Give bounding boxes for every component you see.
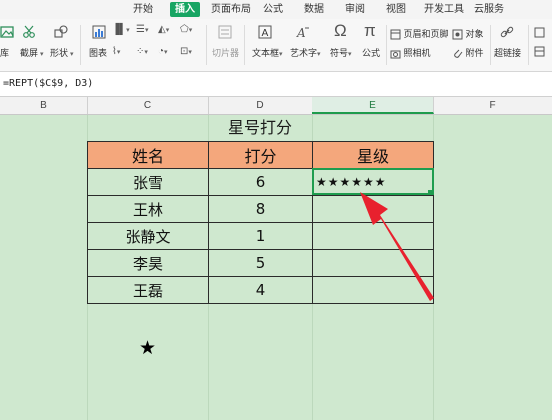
column-header-b[interactable]: B: [0, 97, 88, 114]
object-button[interactable]: 对象: [452, 27, 484, 40]
chart-type-pie-icon[interactable]: ◔▾: [158, 46, 168, 57]
ribbon-tab-bar: 开始 插入 页面布局 公式 数据 审阅 视图 开发工具 云服务: [0, 0, 552, 19]
chart-type-radar-icon[interactable]: ⬠▾: [180, 24, 192, 35]
screenshot-label[interactable]: 截屏 ▾: [20, 46, 43, 59]
tab-home[interactable]: 开始: [128, 2, 158, 17]
chart-type-other-icon[interactable]: ⊡▾: [180, 46, 192, 57]
screenshot-button[interactable]: [22, 25, 36, 39]
gallery-button[interactable]: [0, 25, 14, 39]
tab-formulas[interactable]: 公式: [258, 2, 288, 17]
pi-icon[interactable]: π: [364, 21, 376, 41]
tab-insert[interactable]: 插入: [170, 2, 200, 17]
wordart-button[interactable]: A: [296, 25, 310, 40]
shapes-button[interactable]: [54, 25, 68, 39]
slicer-label[interactable]: 切片器: [212, 46, 239, 59]
chart-type-line-icon[interactable]: ⌇▾: [112, 46, 120, 57]
chart-icon: [92, 25, 106, 39]
scissors-icon: [22, 25, 36, 39]
picture-icon: [0, 25, 14, 39]
wordart-icon: A: [296, 25, 310, 40]
chart-type-column-icon[interactable]: ▐▌▾: [112, 24, 130, 35]
omega-icon[interactable]: Ω: [334, 21, 347, 41]
grid-icon: [534, 27, 545, 38]
worksheet-grid[interactable]: 星号打分 姓名 打分 星级 张雪 6 ★★★★★★ 王林 8 张静文 1 李昊 …: [0, 115, 552, 420]
camera-button[interactable]: 照相机: [390, 46, 431, 59]
slicer-icon: [218, 25, 232, 39]
ribbon-toolbar: 库 截屏 ▾ 形状 ▾ 图表 ▐▌▾ ☰▾ ◭▾ ⬠▾ ⌇▾ ⁘▾ ◔▾ ⊡▾ …: [0, 19, 552, 72]
chart-button[interactable]: [92, 25, 106, 39]
svg-text:A: A: [262, 28, 269, 39]
textbox-button[interactable]: A: [258, 25, 272, 39]
shapes-label[interactable]: 形状 ▾: [50, 46, 73, 59]
column-header-c[interactable]: C: [87, 97, 209, 114]
attachment-button[interactable]: 附件: [452, 46, 484, 59]
tab-view[interactable]: 视图: [381, 2, 411, 17]
textbox-label[interactable]: 文本框▾: [252, 46, 283, 59]
formula-bar[interactable]: =REPT($C$9, D3): [0, 72, 552, 97]
more-tools-icon[interactable]: [534, 27, 545, 38]
tab-cloud-service[interactable]: 云服务: [469, 2, 509, 17]
column-header-e[interactable]: E: [312, 97, 434, 114]
link-icon: [500, 25, 514, 39]
column-header-d[interactable]: D: [208, 97, 313, 114]
tab-developer[interactable]: 开发工具: [419, 2, 469, 17]
formula-label[interactable]: 公式: [362, 46, 380, 59]
chart-type-area-icon[interactable]: ◭▾: [158, 24, 169, 35]
wordart-label[interactable]: 艺术字▾: [290, 46, 321, 59]
tab-page-layout[interactable]: 页面布局: [206, 2, 256, 17]
more-tools-icon-2[interactable]: [534, 46, 545, 57]
svg-text:A: A: [296, 26, 306, 39]
table-icon: [534, 46, 545, 57]
paperclip-icon: [452, 48, 463, 59]
hyperlink-label[interactable]: 超链接: [494, 46, 521, 59]
red-arrow-annotation: [360, 192, 434, 301]
camera-icon: [390, 48, 401, 59]
tab-review[interactable]: 审阅: [340, 2, 370, 17]
chart-type-scatter-icon[interactable]: ⁘▾: [136, 46, 148, 57]
chart-type-bar-icon[interactable]: ☰▾: [136, 24, 148, 35]
column-headers: B C D E F: [0, 97, 552, 115]
column-header-f[interactable]: F: [433, 97, 552, 114]
object-icon: [452, 29, 463, 40]
header-footer-button[interactable]: 页眉和页脚: [390, 27, 449, 40]
header-footer-icon: [390, 29, 401, 40]
formula-input[interactable]: =REPT($C$9, D3): [3, 78, 93, 89]
tab-data[interactable]: 数据: [299, 2, 329, 17]
hyperlink-button[interactable]: [500, 25, 514, 39]
symbol-label[interactable]: 符号▾: [330, 46, 352, 59]
gallery-label: 库: [0, 48, 10, 58]
chart-label[interactable]: 图表: [89, 46, 107, 59]
shapes-icon: [54, 25, 68, 39]
slicer-button[interactable]: [218, 25, 232, 39]
textbox-icon: A: [258, 25, 272, 39]
